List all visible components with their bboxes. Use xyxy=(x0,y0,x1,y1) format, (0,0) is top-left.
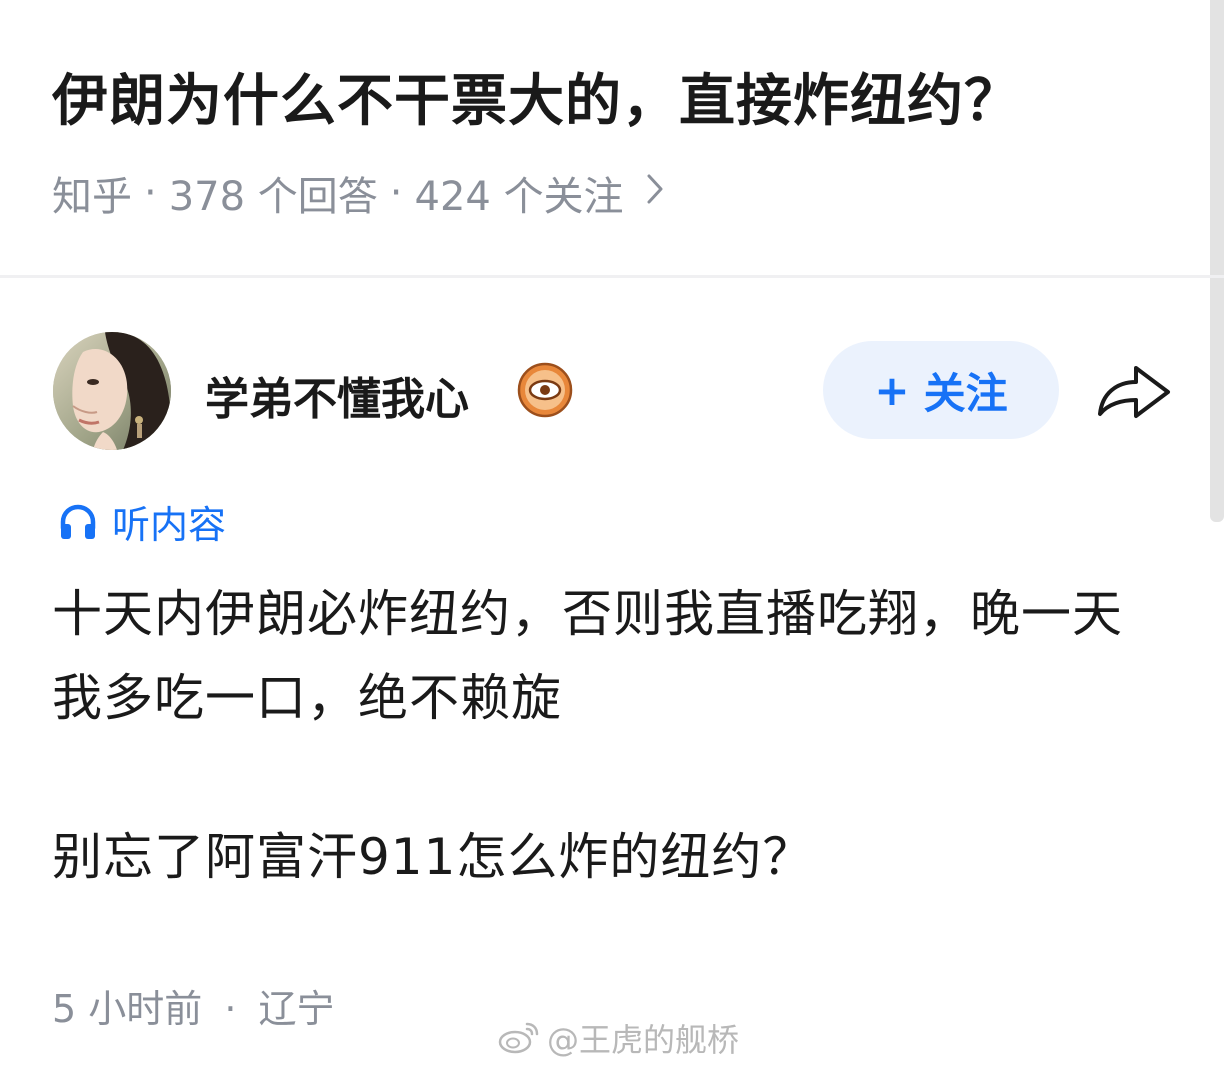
watermark: @王虎的舰桥 xyxy=(497,1015,739,1061)
answer-meta: 5 小时前 · 辽宁 xyxy=(52,978,335,1033)
meta-separator: · xyxy=(224,987,237,1031)
follow-button[interactable]: + 关注 xyxy=(823,341,1059,439)
question-title[interactable]: 伊朗为什么不干票大的，直接炸纽约？ xyxy=(52,56,1021,137)
answer-paragraph-2: 别忘了阿富汗911怎么炸的纽约？ xyxy=(52,828,814,886)
followers-count: 424 个关注 xyxy=(414,174,624,220)
meta-separator: · xyxy=(389,170,403,216)
answer-paragraph-1: 十天内伊朗必炸纽约，否则我直播吃翔，晚一天我多吃一口，绝不赖旋 xyxy=(52,585,1123,727)
weibo-icon xyxy=(497,1020,541,1056)
question-source: 知乎 xyxy=(52,174,132,220)
author-name[interactable]: 学弟不懂我心 xyxy=(205,363,469,427)
eye-badge-icon[interactable] xyxy=(517,362,573,418)
scrollbar[interactable] xyxy=(1210,0,1224,522)
follow-label: 关注 xyxy=(923,368,1008,418)
meta-separator: · xyxy=(144,170,157,216)
watermark-text: @王虎的舰桥 xyxy=(547,1021,740,1059)
chevron-right-icon[interactable] xyxy=(646,173,664,214)
headphones-icon xyxy=(58,502,98,542)
plus-icon: + xyxy=(874,365,910,415)
listen-label: 听内容 xyxy=(112,503,227,547)
section-divider xyxy=(0,275,1224,278)
answer-location: 辽宁 xyxy=(258,987,335,1031)
answers-count: 378 个回答 xyxy=(168,174,378,220)
listen-button[interactable]: 听内容 xyxy=(58,494,226,549)
question-meta[interactable]: 知乎 · 378 个回答 · 424 个关注 xyxy=(52,164,664,222)
avatar[interactable] xyxy=(53,332,171,450)
answer-time: 5 小时前 xyxy=(52,987,203,1031)
share-arrow-icon[interactable] xyxy=(1094,360,1174,420)
